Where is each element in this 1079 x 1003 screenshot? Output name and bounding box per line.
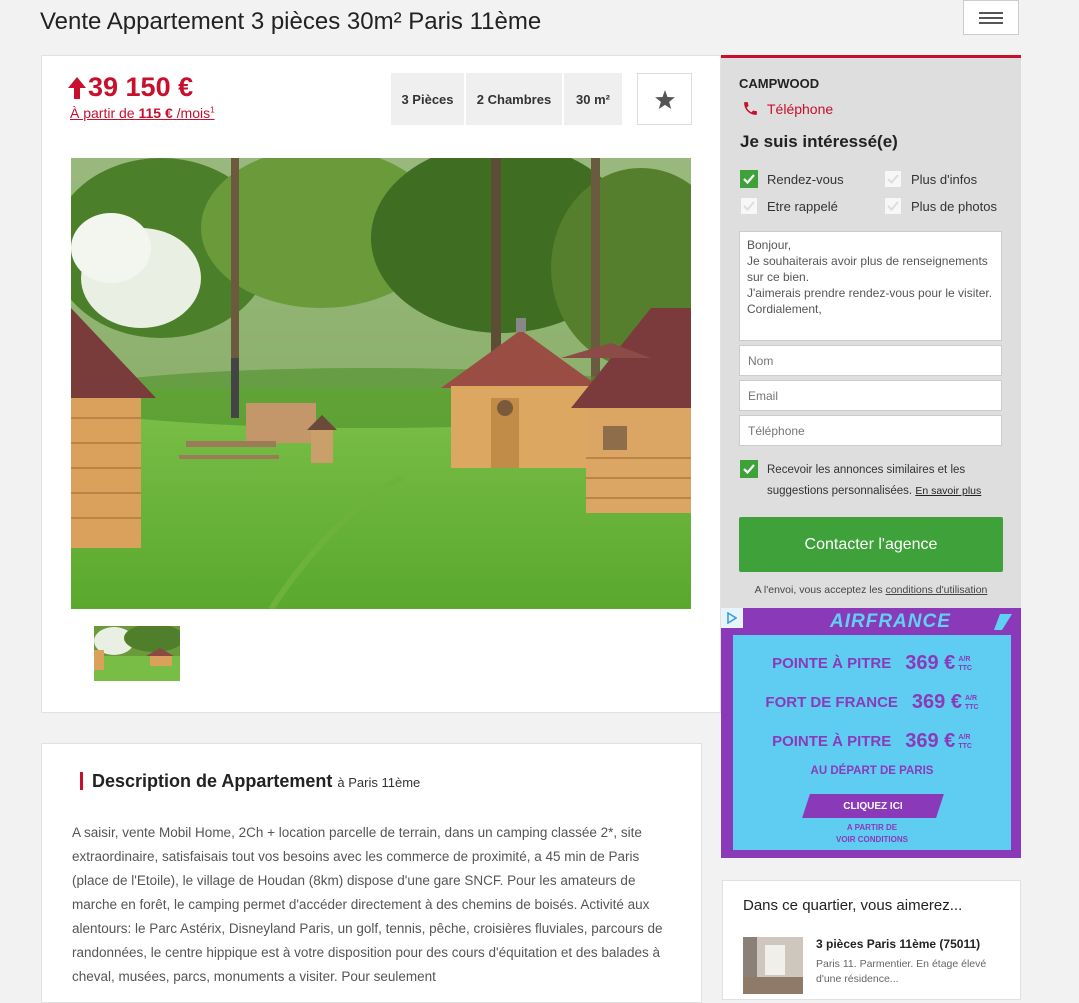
ad-conditions-line: VOIR CONDITIONS bbox=[835, 835, 908, 844]
monthly-payment-link[interactable]: À partir de 115 € /mois1 bbox=[70, 105, 215, 121]
suggestion-description: Paris 11. Parmentier. En étage élevé d'u… bbox=[816, 958, 987, 985]
monthly-suffix: /mois bbox=[176, 105, 211, 121]
feature-area: 30 m² bbox=[564, 73, 622, 125]
ad-conditions-line: A PARTIR DE bbox=[846, 823, 898, 832]
phone-link[interactable]: Téléphone bbox=[742, 100, 833, 117]
ad-conditions: A PARTIR DE VOIR CONDITIONS bbox=[733, 822, 1011, 846]
star-icon bbox=[654, 89, 675, 109]
ad-offer-price: 369 € bbox=[905, 730, 956, 752]
option-label: Rendez-vous bbox=[767, 171, 844, 187]
menu-button[interactable] bbox=[963, 0, 1019, 35]
ad-departure: AU DÉPART DE PARIS bbox=[810, 765, 934, 777]
optin-checkbox[interactable] bbox=[740, 460, 758, 478]
page-title: Vente Appartement 3 pièces 30m² Paris 11… bbox=[40, 8, 542, 35]
feature-bedrooms: 2 Chambres bbox=[466, 73, 562, 125]
ad-offer-city: POINTE À PITRE bbox=[772, 733, 892, 750]
section-marker bbox=[80, 772, 83, 790]
checkbox-checked-icon[interactable] bbox=[740, 170, 758, 188]
checkbox-icon[interactable] bbox=[884, 197, 902, 215]
monthly-prefix: À partir de bbox=[70, 105, 135, 121]
ad-offer: POINTE À PITRE 369 € A/R TTC bbox=[733, 730, 1011, 753]
ad-offer: FORT DE FRANCE 369 € A/R TTC bbox=[733, 691, 1011, 714]
footnote-marker: 1 bbox=[210, 105, 215, 115]
ad-offer: POINTE À PITRE 369 € A/R TTC bbox=[733, 652, 1011, 675]
optin-text: Recevoir les annonces similaires et les … bbox=[767, 460, 1002, 502]
option-label: Plus de photos bbox=[911, 198, 998, 214]
ad-brand: AIRFRANCE bbox=[830, 611, 951, 632]
phone-icon bbox=[744, 102, 757, 115]
ad-offer-city: POINTE À PITRE bbox=[772, 655, 892, 672]
ad-offer-city: FORT DE FRANCE bbox=[765, 694, 898, 711]
name-input[interactable] bbox=[739, 345, 1002, 376]
option-etre-rappele[interactable]: Etre rappelé bbox=[740, 197, 838, 215]
interest-title: Je suis intéressé(e) bbox=[740, 132, 898, 151]
message-textarea[interactable]: Bonjour, Je souhaiterais avoir plus de r… bbox=[739, 231, 1002, 341]
checkbox-icon[interactable] bbox=[740, 197, 758, 215]
description-text: A saisir, vente Mobil Home, 2Ch + locati… bbox=[72, 825, 663, 984]
price: 39 150 € bbox=[68, 72, 193, 103]
ad-offer-note: TTC bbox=[964, 703, 979, 711]
option-plus-photos[interactable]: Plus de photos bbox=[884, 197, 997, 215]
ad-offer-price: 369 € bbox=[911, 691, 962, 713]
option-rendez-vous[interactable]: Rendez-vous bbox=[740, 170, 844, 188]
hamburger-icon bbox=[979, 9, 1003, 27]
price-value: 39 150 € bbox=[88, 72, 194, 102]
arrow-up-icon bbox=[68, 76, 86, 99]
terms-link[interactable]: conditions d'utilisation bbox=[886, 584, 988, 596]
ad-cta-button[interactable]: CLIQUEZ ICI bbox=[806, 794, 940, 818]
phone-input[interactable] bbox=[739, 415, 1002, 446]
option-label: Etre rappelé bbox=[767, 198, 838, 214]
ad-offer-note: TTC bbox=[958, 664, 972, 672]
photo-thumbnail[interactable] bbox=[94, 626, 180, 681]
contact-agency-button[interactable]: Contacter l'agence bbox=[739, 517, 1003, 572]
ad-offer-note: A/R bbox=[958, 655, 971, 663]
terms-notice: A l'envoi, vous acceptez les conditions … bbox=[739, 584, 1003, 596]
monthly-amount: 115 € bbox=[138, 105, 173, 121]
email-input[interactable] bbox=[739, 380, 1002, 411]
ad-offer-note: TTC bbox=[958, 742, 972, 750]
description-heading: Description de Appartement bbox=[92, 771, 333, 791]
main-photo[interactable] bbox=[71, 158, 691, 609]
learn-more-link[interactable]: En savoir plus bbox=[915, 485, 981, 497]
adchoices-icon[interactable] bbox=[721, 608, 743, 628]
ad-offer-note: A/R bbox=[964, 694, 978, 702]
description-title: Description de Appartement à Paris 11ème bbox=[92, 771, 420, 792]
terms-prefix: A l'envoi, vous acceptez les bbox=[754, 584, 883, 596]
neighborhood-title: Dans ce quartier, vous aimerez... bbox=[743, 897, 963, 914]
favorite-button[interactable] bbox=[637, 73, 692, 125]
checkbox-icon[interactable] bbox=[884, 170, 902, 188]
option-label: Plus d'infos bbox=[911, 171, 978, 187]
feature-rooms: 3 Pièces bbox=[391, 73, 464, 125]
description-location: à Paris 11ème bbox=[337, 775, 421, 790]
airline-logo-icon bbox=[994, 614, 1012, 634]
phone-label: Téléphone bbox=[767, 100, 834, 117]
suggestion-title-link[interactable]: 3 pièces Paris 11ème (75011) bbox=[816, 937, 980, 951]
ad-offer-price: 369 € bbox=[905, 652, 956, 674]
agency-name: CAMPWOOD bbox=[739, 76, 820, 91]
ad-offer-note: A/R bbox=[958, 733, 971, 741]
option-plus-infos[interactable]: Plus d'infos bbox=[884, 170, 977, 188]
suggestion-photo[interactable] bbox=[743, 937, 803, 994]
